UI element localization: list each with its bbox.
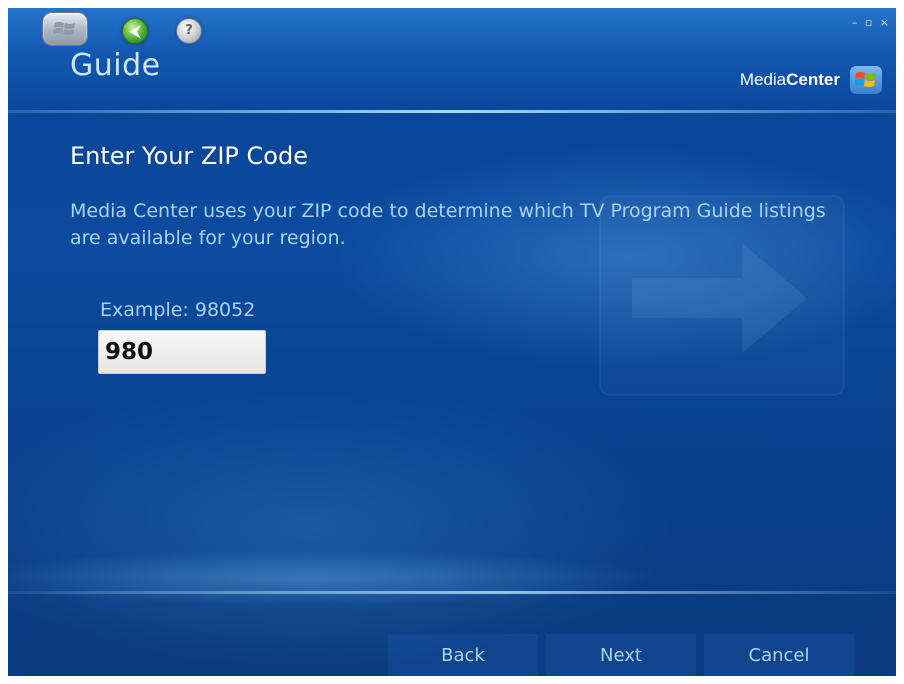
back-button[interactable]: Back xyxy=(388,634,538,676)
section-title: Guide xyxy=(70,48,161,83)
window-controls: – ▫ × xyxy=(850,16,890,29)
cancel-button[interactable]: Cancel xyxy=(704,634,854,676)
back-arrow-icon: ⮜ xyxy=(129,22,141,40)
header-divider xyxy=(8,110,896,113)
media-center-window: ⮜ ? – ▫ × Guide Media Center Enter Your Z… xyxy=(8,8,896,676)
windows-start-button[interactable] xyxy=(42,12,88,46)
close-button[interactable]: × xyxy=(880,16,890,29)
zip-code-input[interactable] xyxy=(98,330,266,374)
media-center-brand: Media Center xyxy=(740,66,882,94)
windows-logo-icon xyxy=(53,22,75,35)
minimize-button[interactable]: – xyxy=(852,16,859,29)
windows-flag-icon xyxy=(850,66,882,94)
help-icon: ? xyxy=(185,23,193,38)
brand-suffix: Center xyxy=(786,70,840,89)
back-arrow-button[interactable]: ⮜ xyxy=(122,18,148,44)
footer-divider xyxy=(8,591,896,594)
description-text: Media Center uses your ZIP code to deter… xyxy=(70,200,826,249)
footer-glow xyxy=(8,548,896,608)
zip-example-label: Example: 98052 xyxy=(100,299,256,321)
help-button[interactable]: ? xyxy=(176,18,202,44)
brand-prefix: Media xyxy=(739,70,787,89)
restore-button[interactable]: ▫ xyxy=(865,16,873,29)
next-button[interactable]: Next xyxy=(546,634,696,676)
page-title: Enter Your ZIP Code xyxy=(70,142,308,170)
